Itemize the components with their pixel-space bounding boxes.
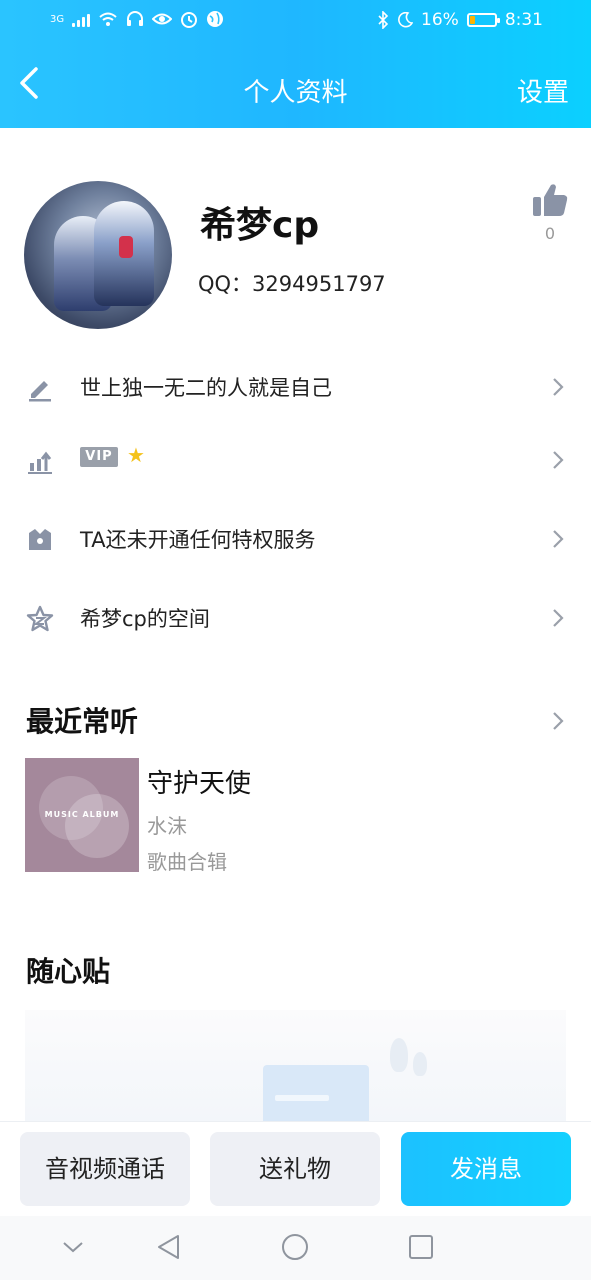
clock-time: 8:31	[504, 10, 543, 30]
network-type: 3G	[50, 13, 65, 25]
vip-badge: VIP	[80, 447, 118, 467]
header-bar: 3G 16% 8:31 个人资料 设置	[0, 0, 591, 128]
vip-row[interactable]: VIP ★	[0, 425, 591, 495]
battery-icon	[466, 13, 500, 27]
crown-box-icon	[29, 529, 51, 550]
globe-icon	[207, 11, 224, 27]
star-icon: ★	[127, 443, 145, 467]
chevron-right-icon	[553, 530, 564, 548]
status-bar: 3G 16% 8:31	[0, 8, 591, 36]
video-call-button[interactable]: 音视频通话	[20, 1132, 190, 1206]
artist-name: 水沫	[147, 814, 187, 838]
signal-icon	[72, 11, 91, 27]
album-cover-label: MUSIC ALBUM	[44, 810, 120, 819]
alarm-icon	[181, 12, 198, 28]
sticky-section-title: 随心贴	[26, 955, 111, 988]
chevron-right-icon	[553, 378, 564, 396]
level-chart-icon	[28, 451, 52, 474]
space-text: 希梦cp的空间	[80, 607, 210, 631]
eye-icon	[152, 13, 173, 25]
moon-icon	[398, 12, 414, 28]
chevron-right-icon	[553, 609, 564, 627]
space-row[interactable]: 希梦cp的空间	[0, 583, 591, 653]
signature-text: 世上独一无二的人就是自己	[80, 376, 332, 400]
send-gift-button[interactable]: 送礼物	[210, 1132, 380, 1206]
qq-number: QQ：3294951797	[198, 272, 386, 296]
system-nav-bar	[0, 1216, 591, 1280]
song-title[interactable]: 守护天使	[147, 763, 251, 800]
page-title: 个人资料	[243, 78, 348, 108]
thumbs-up-icon	[533, 184, 568, 216]
chevron-right-icon	[553, 451, 564, 469]
recent-section-title: 最近常听	[26, 705, 139, 738]
avatar[interactable]	[24, 181, 172, 329]
chevron-right-icon[interactable]	[551, 710, 565, 732]
like-button[interactable]: 0	[530, 182, 570, 243]
profile-name: 希梦cp	[200, 205, 320, 246]
battery-percent: 16%	[421, 10, 459, 30]
nav-bar: 个人资料 设置	[0, 60, 591, 118]
privilege-row[interactable]: TA还未开通任何特权服务	[0, 504, 591, 574]
recents-square-icon[interactable]	[406, 1232, 436, 1262]
back-triangle-icon[interactable]	[154, 1232, 184, 1262]
like-count: 0	[544, 224, 556, 243]
collection-name: 歌曲合辑	[147, 850, 227, 874]
album-cover[interactable]: MUSIC ALBUM	[25, 758, 139, 872]
privilege-text: TA还未开通任何特权服务	[80, 528, 316, 552]
home-circle-icon[interactable]	[280, 1232, 310, 1262]
pencil-icon	[29, 381, 51, 402]
wifi-icon	[99, 12, 117, 26]
chevron-down-icon[interactable]	[58, 1232, 88, 1262]
send-message-button[interactable]: 发消息	[401, 1132, 571, 1206]
signature-row[interactable]: 世上独一无二的人就是自己	[0, 352, 591, 422]
settings-button[interactable]: 设置	[517, 72, 569, 109]
action-bar: 音视频通话 送礼物 发消息	[0, 1121, 591, 1216]
bluetooth-icon	[378, 11, 389, 29]
qzone-star-icon	[26, 605, 54, 632]
sticky-note-placeholder	[25, 1010, 566, 1121]
headphones-icon	[127, 11, 144, 26]
